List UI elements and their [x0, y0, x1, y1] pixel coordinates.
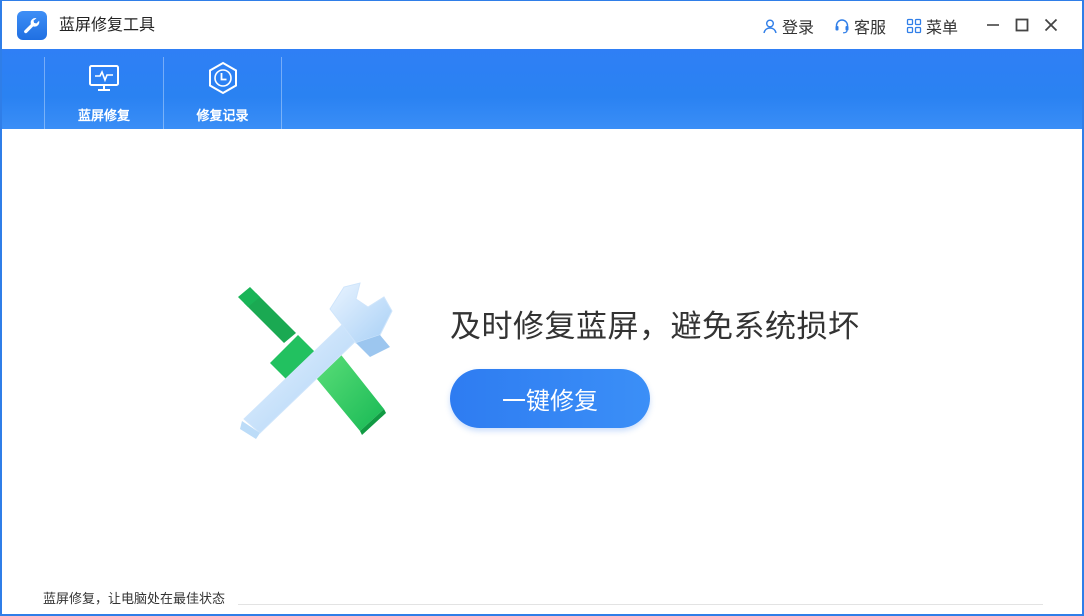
minimize-button[interactable] [981, 13, 1005, 37]
login-button[interactable]: 登录 [762, 15, 814, 37]
clock-hexagon-icon [207, 61, 239, 95]
login-label: 登录 [782, 18, 815, 37]
maximize-button[interactable] [1010, 13, 1034, 37]
app-title: 蓝屏修复工具 [59, 15, 156, 34]
customer-service-button[interactable]: 客服 [834, 15, 886, 37]
user-icon [763, 19, 777, 34]
nav-label-repair-history: 修复记录 [196, 109, 249, 124]
app-logo-wrench-icon [17, 11, 47, 40]
nav-item-bluescreen-repair[interactable]: 蓝屏修复 [44, 57, 163, 129]
monitor-pulse-icon [88, 61, 120, 95]
title-bar[interactable]: 蓝屏修复工具 登录 客服 菜单 [2, 1, 1082, 49]
menu-label: 菜单 [926, 18, 959, 37]
hero-slogan: 及时修复蓝屏，避免系统损坏 [450, 309, 860, 345]
close-icon [1044, 18, 1058, 32]
app-window: 蓝屏修复工具 登录 客服 菜单 蓝屏修复 修复记录 及时修复蓝屏，避免系统损坏 … [0, 0, 1084, 616]
menu-button[interactable]: 菜单 [906, 15, 958, 37]
nav-item-repair-history[interactable]: 修复记录 [163, 57, 282, 129]
customer-service-label: 客服 [854, 18, 887, 37]
one-click-repair-button[interactable]: 一键修复 [450, 369, 650, 428]
close-button[interactable] [1039, 13, 1063, 37]
minimize-icon [987, 24, 999, 26]
maximize-icon [1015, 18, 1029, 32]
grid-menu-icon [906, 18, 922, 34]
footer-status-text: 蓝屏修复，让电脑处在最佳状态 [43, 592, 226, 607]
wrench-screwdriver-icon [234, 281, 404, 446]
nav-bar: 蓝屏修复 修复记录 [2, 49, 1082, 129]
headset-icon [835, 19, 849, 34]
nav-label-bluescreen-repair: 蓝屏修复 [77, 109, 130, 124]
footer-divider [238, 604, 1043, 605]
